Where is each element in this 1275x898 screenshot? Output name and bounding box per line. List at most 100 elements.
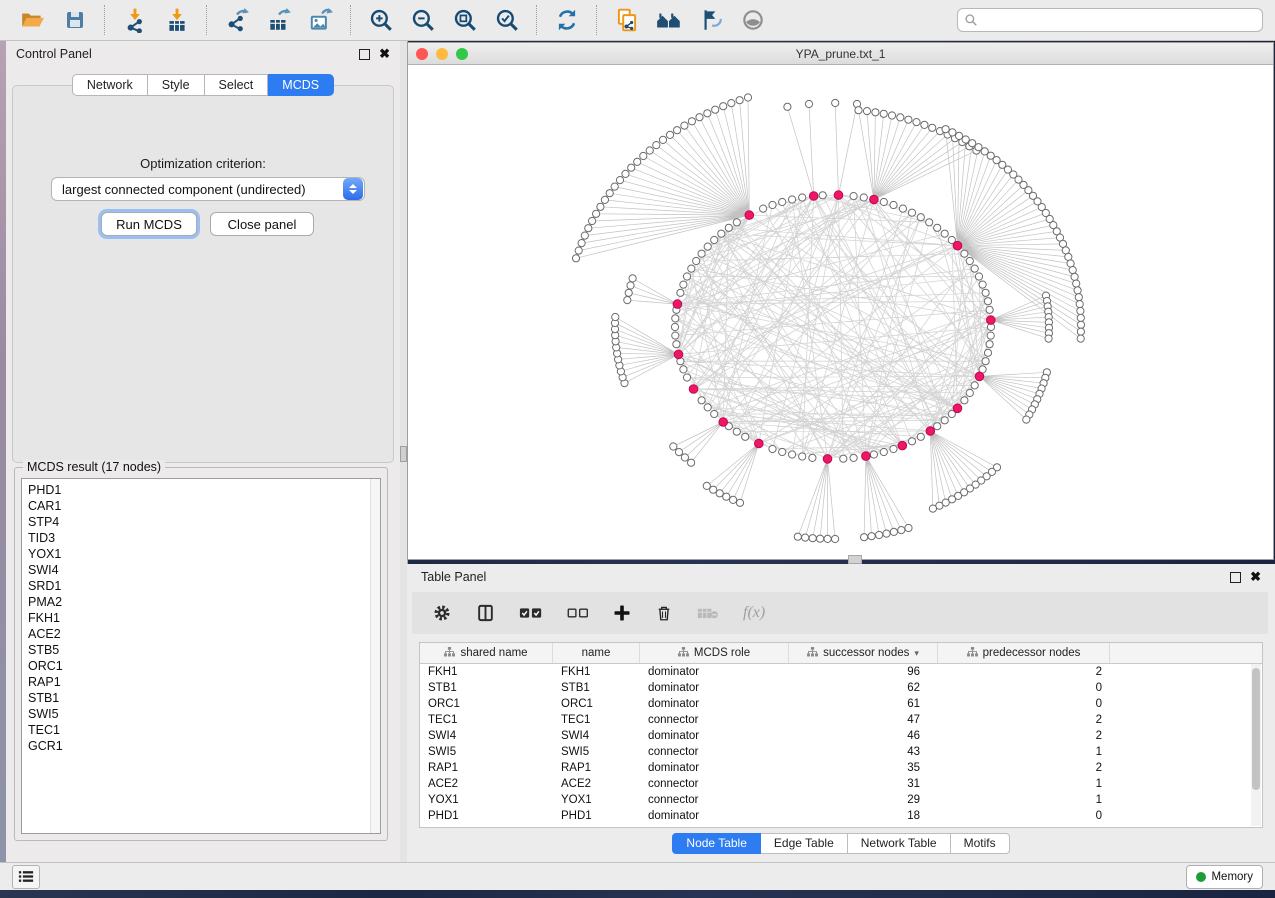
list-item[interactable]: FKH1 (24, 610, 378, 626)
close-panel-icon[interactable]: ✖ (379, 49, 390, 59)
table-cell[interactable]: 0 (938, 810, 1110, 822)
table-scrollbar[interactable] (1251, 664, 1261, 826)
list-item[interactable]: YOX1 (24, 546, 378, 562)
table-cell[interactable]: FKH1 (420, 666, 553, 678)
table-cell[interactable]: 1 (938, 746, 1110, 758)
table-cell[interactable]: FKH1 (553, 666, 640, 678)
network-window-titlebar[interactable]: YPA_prune.txt_1 (408, 43, 1273, 65)
table-row[interactable]: ORC1ORC1dominator610 (420, 696, 1262, 712)
list-item[interactable]: PHD1 (24, 482, 378, 498)
splitter-grip[interactable] (400, 446, 407, 462)
column-header-shared-name[interactable]: shared name (420, 643, 553, 663)
network-graph[interactable] (408, 65, 1273, 559)
table-row[interactable]: ACE2ACE2connector311 (420, 776, 1262, 792)
table-cell[interactable]: ACE2 (553, 778, 640, 790)
table-cell[interactable]: 46 (789, 730, 938, 742)
select-all-checkboxes-icon[interactable] (519, 606, 543, 620)
close-panel-button[interactable]: Close panel (210, 212, 314, 236)
column-header-MCDS-role[interactable]: MCDS role (640, 643, 789, 663)
export-table-icon[interactable] (264, 5, 294, 35)
table-cell[interactable]: dominator (640, 666, 789, 678)
table-row[interactable]: FKH1FKH1dominator962 (420, 664, 1262, 680)
float-panel-icon[interactable] (359, 49, 370, 60)
show-columns-icon[interactable] (476, 603, 495, 623)
zoom-selected-icon[interactable] (492, 5, 522, 35)
tab-edge-table[interactable]: Edge Table (761, 833, 848, 854)
deselect-all-checkboxes-icon[interactable] (567, 607, 589, 619)
table-cell[interactable]: SWI5 (420, 746, 553, 758)
table-cell[interactable]: dominator (640, 682, 789, 694)
table-cell[interactable]: SWI4 (553, 730, 640, 742)
tab-style[interactable]: Style (148, 74, 205, 96)
clone-network-icon[interactable] (612, 5, 642, 35)
column-header-successor-nodes[interactable]: successor nodes▾ (789, 643, 938, 663)
sort-arrow-icon[interactable]: ▾ (914, 648, 919, 659)
tab-motifs[interactable]: Motifs (951, 833, 1010, 854)
list-item[interactable]: SWI5 (24, 706, 378, 722)
first-neighbors-icon[interactable] (654, 5, 684, 35)
settings-gear-icon[interactable] (432, 603, 452, 623)
column-header-name[interactable]: name (553, 643, 640, 663)
table-cell[interactable]: 35 (789, 762, 938, 774)
table-cell[interactable]: PHD1 (553, 810, 640, 822)
table-cell[interactable]: dominator (640, 810, 789, 822)
table-cell[interactable]: PHD1 (420, 810, 553, 822)
list-item[interactable]: ORC1 (24, 658, 378, 674)
open-folder-icon[interactable] (18, 5, 48, 35)
table-row[interactable]: SWI4SWI4dominator462 (420, 728, 1262, 744)
table-cell[interactable]: 2 (938, 714, 1110, 726)
run-mcds-button[interactable]: Run MCDS (101, 212, 197, 236)
table-cell[interactable]: SWI5 (553, 746, 640, 758)
table-row[interactable]: RAP1RAP1dominator352 (420, 760, 1262, 776)
table-cell[interactable]: 31 (789, 778, 938, 790)
import-network-icon[interactable] (120, 5, 150, 35)
list-item[interactable]: CAR1 (24, 498, 378, 514)
table-cell[interactable]: 62 (789, 682, 938, 694)
zoom-out-icon[interactable] (408, 5, 438, 35)
table-cell[interactable]: RAP1 (420, 762, 553, 774)
list-item[interactable]: STP4 (24, 514, 378, 530)
table-row[interactable]: PHD1PHD1dominator180 (420, 808, 1262, 824)
column-header-predecessor-nodes[interactable]: predecessor nodes (938, 643, 1110, 663)
table-cell[interactable]: TEC1 (553, 714, 640, 726)
table-cell[interactable]: dominator (640, 762, 789, 774)
table-cell[interactable]: 29 (789, 794, 938, 806)
criterion-dropdown[interactable]: largest connected component (undirected) (51, 177, 365, 201)
list-item[interactable]: SRD1 (24, 578, 378, 594)
tab-node-table[interactable]: Node Table (672, 833, 761, 854)
table-cell[interactable]: TEC1 (420, 714, 553, 726)
list-item[interactable]: TID3 (24, 530, 378, 546)
table-cell[interactable]: 0 (938, 698, 1110, 710)
float-panel-icon[interactable] (1230, 572, 1241, 583)
table-row[interactable]: TEC1TEC1connector472 (420, 712, 1262, 728)
table-cell[interactable]: connector (640, 714, 789, 726)
table-cell[interactable]: 18 (789, 810, 938, 822)
tab-network[interactable]: Network (72, 74, 148, 96)
table-cell[interactable]: ORC1 (553, 698, 640, 710)
table-cell[interactable]: STB1 (553, 682, 640, 694)
list-item[interactable]: SWI4 (24, 562, 378, 578)
table-cell[interactable]: 2 (938, 666, 1110, 678)
table-cell[interactable]: 1 (938, 794, 1110, 806)
search-field[interactable] (957, 8, 1263, 32)
zoom-in-icon[interactable] (366, 5, 396, 35)
table-cell[interactable]: dominator (640, 730, 789, 742)
list-item[interactable]: TEC1 (24, 722, 378, 738)
horizontal-splitter-grip[interactable] (848, 555, 862, 564)
table-row[interactable]: YOX1YOX1connector291 (420, 792, 1262, 808)
import-table-icon[interactable] (162, 5, 192, 35)
table-cell[interactable]: ACE2 (420, 778, 553, 790)
mcds-list-scrollbar[interactable] (370, 479, 380, 833)
table-cell[interactable]: 2 (938, 762, 1110, 774)
close-panel-icon[interactable]: ✖ (1250, 572, 1261, 582)
tab-network-table[interactable]: Network Table (848, 833, 951, 854)
save-icon[interactable] (60, 5, 90, 35)
table-cell[interactable]: 1 (938, 778, 1110, 790)
zoom-fit-icon[interactable] (450, 5, 480, 35)
list-item[interactable]: PMA2 (24, 594, 378, 610)
list-item[interactable]: STB1 (24, 690, 378, 706)
list-item[interactable]: ACE2 (24, 626, 378, 642)
hide-labels-icon[interactable] (696, 5, 726, 35)
refresh-layout-icon[interactable] (552, 5, 582, 35)
add-column-icon[interactable] (613, 604, 631, 622)
